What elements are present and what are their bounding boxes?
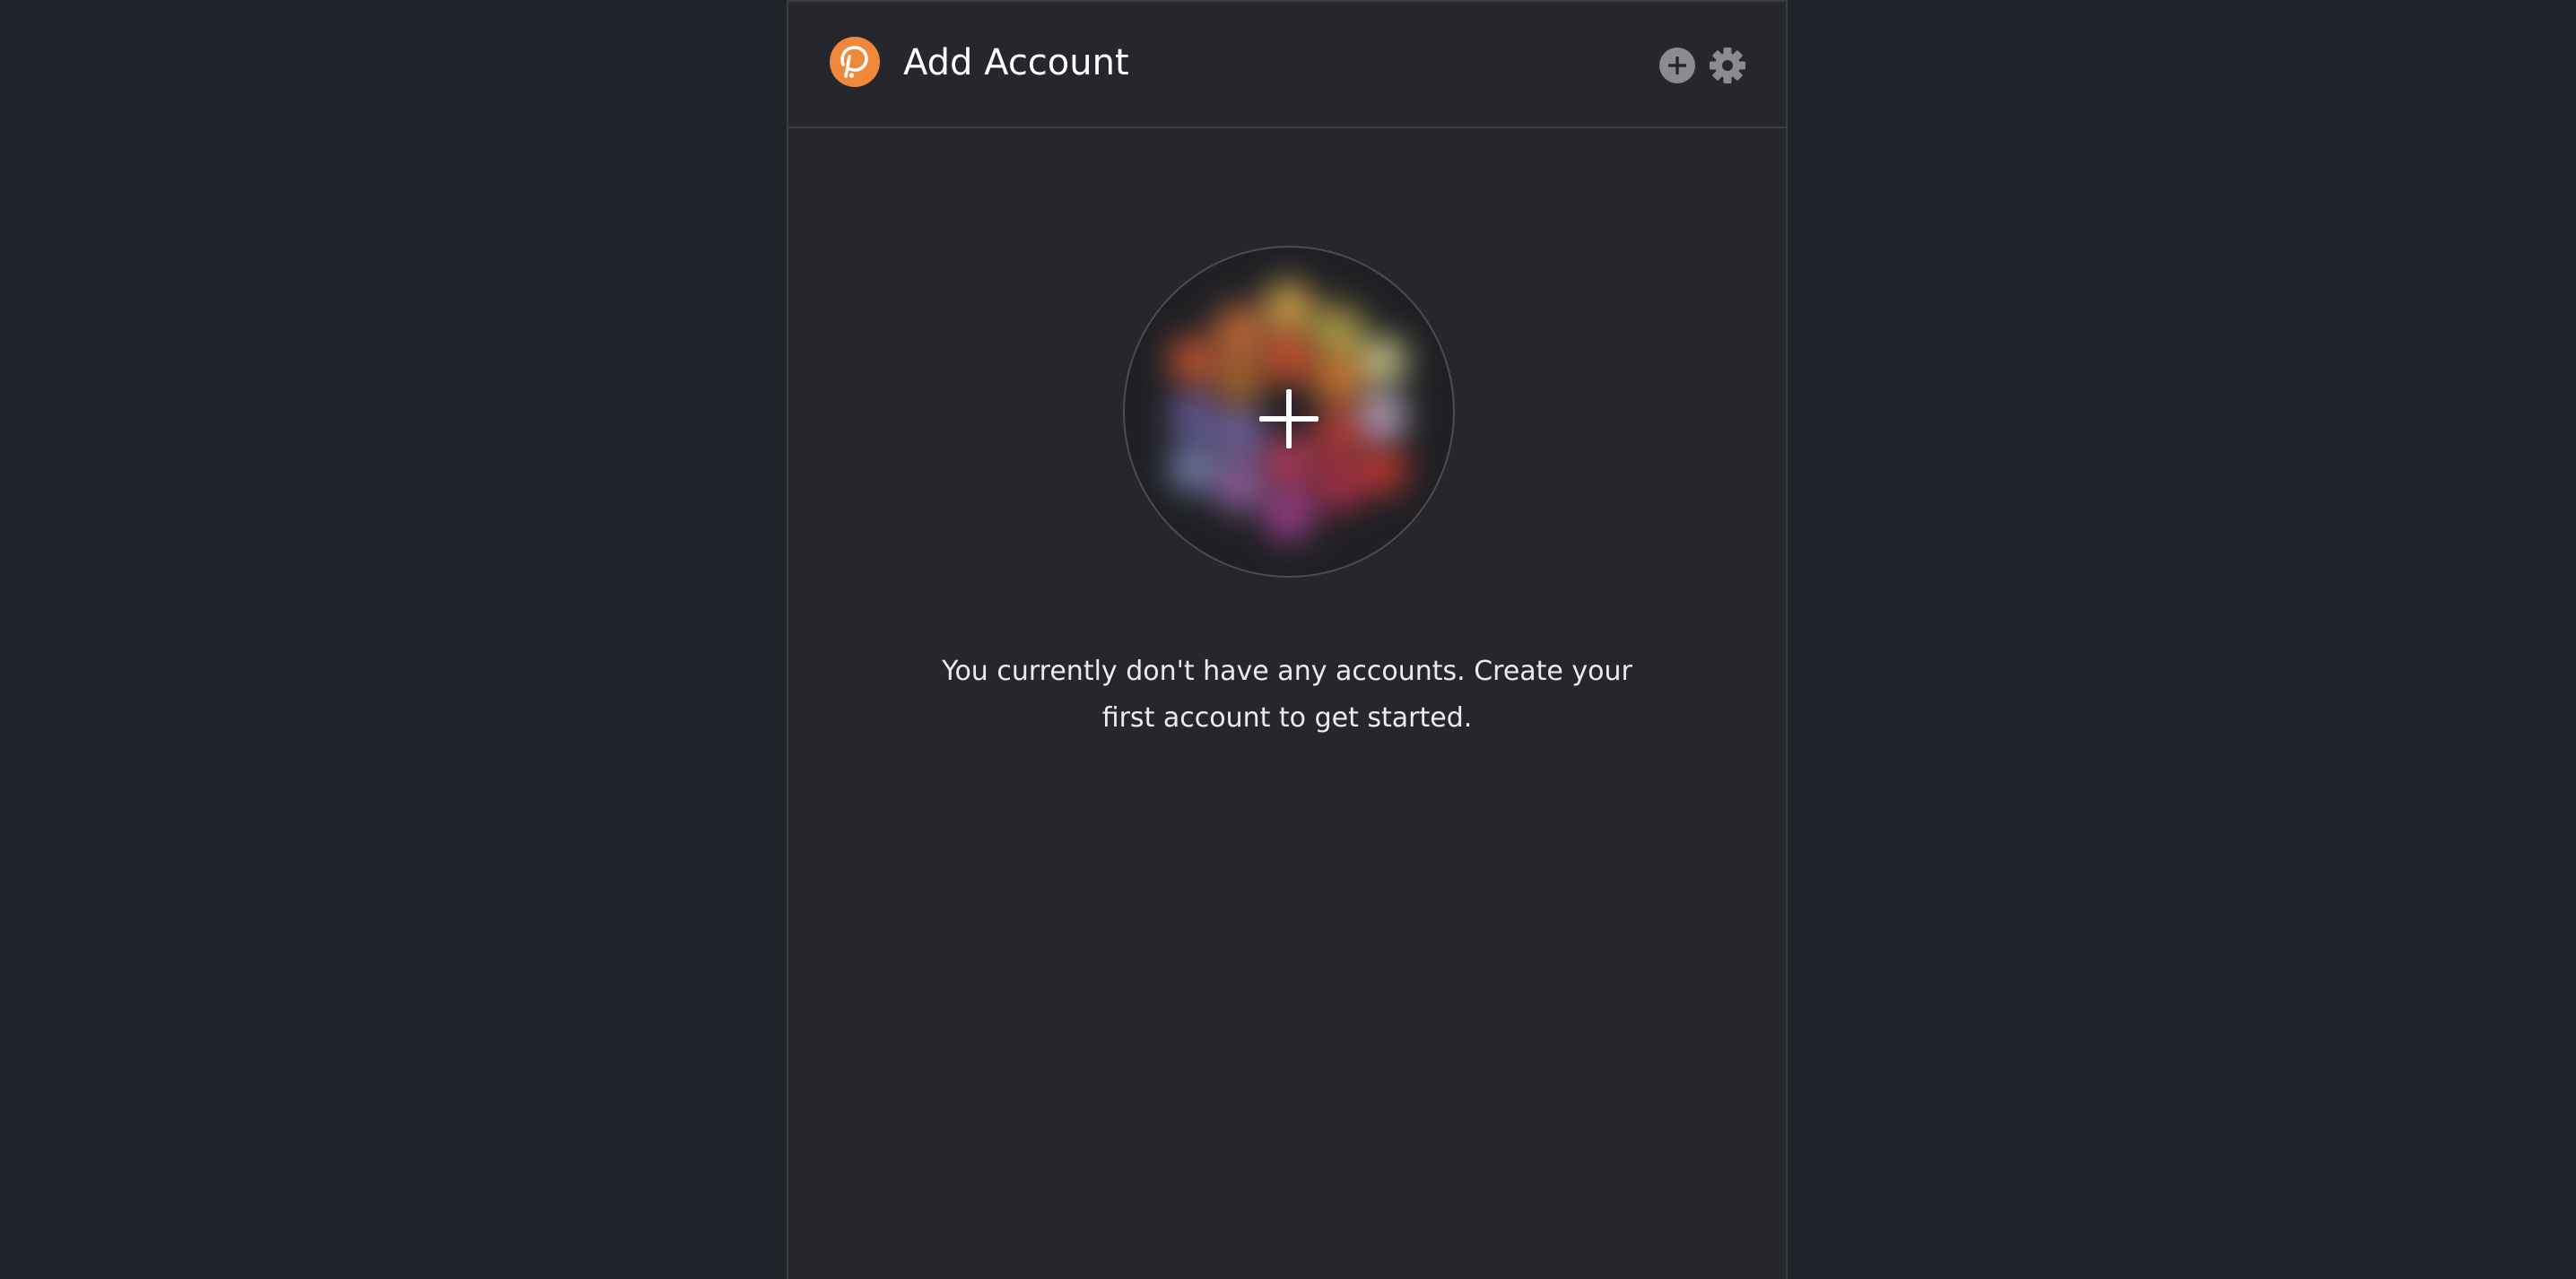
- create-account-identicon-button[interactable]: [1123, 246, 1455, 578]
- add-account-icon[interactable]: [1658, 47, 1696, 84]
- plus-icon: [1259, 389, 1318, 448]
- header: Add Account: [788, 2, 1786, 128]
- polkadot-logo-icon: [830, 37, 880, 87]
- settings-icon[interactable]: [1709, 47, 1746, 84]
- page-title: Add Account: [903, 42, 1129, 83]
- extension-popup: Add Account You currently don't have any…: [787, 0, 1788, 1279]
- empty-accounts-message: You currently don't have any accounts. C…: [942, 656, 1632, 734]
